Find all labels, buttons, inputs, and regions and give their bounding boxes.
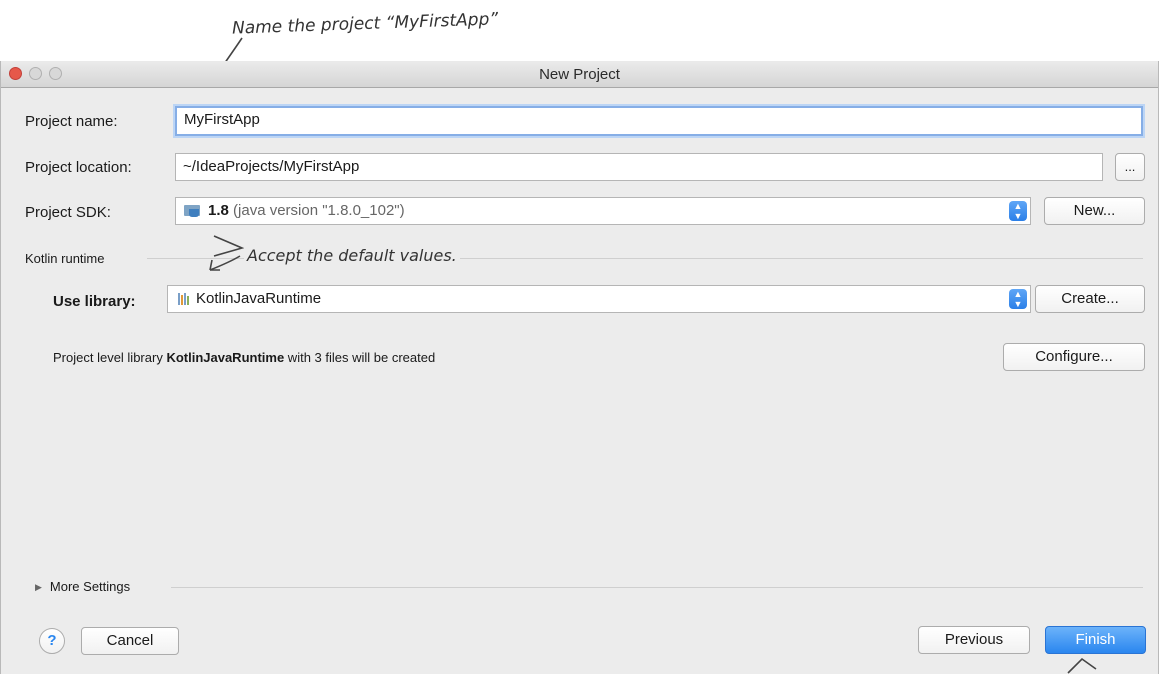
- project-name-input[interactable]: MyFirstApp: [175, 106, 1143, 136]
- project-sdk-label: Project SDK:: [25, 204, 111, 221]
- finish-arrow-icon: [1067, 657, 1097, 674]
- more-settings-toggle[interactable]: ▶ More Settings: [35, 579, 130, 594]
- project-name-label: Project name:: [25, 113, 118, 130]
- library-value: KotlinJavaRuntime: [196, 290, 322, 307]
- help-button[interactable]: ?: [39, 628, 65, 654]
- sdk-version: 1.8: [208, 202, 229, 219]
- sdk-detail: (java version "1.8.0_102"): [233, 202, 405, 219]
- chevron-updown-icon: ▲ ▼: [1009, 201, 1027, 221]
- annotation-bracket-icon: [209, 235, 245, 271]
- library-icon: [178, 291, 192, 305]
- new-project-dialog: New Project Project name: MyFirstApp Pro…: [0, 61, 1159, 674]
- library-chevron-updown-icon: ▲ ▼: [1009, 289, 1027, 309]
- disclosure-triangle-icon: ▶: [35, 582, 42, 592]
- info-library-name: KotlinJavaRuntime: [166, 350, 285, 365]
- info-suffix: with 3 files will be created: [284, 350, 436, 365]
- kotlin-runtime-label: Kotlin runtime: [25, 251, 105, 266]
- sdk-folder-icon: [184, 203, 202, 217]
- configure-button[interactable]: Configure...: [1003, 343, 1145, 371]
- use-library-label: Use library:: [53, 293, 136, 310]
- project-location-label: Project location:: [25, 159, 132, 176]
- title-bar: New Project: [1, 61, 1158, 88]
- finish-button[interactable]: Finish: [1045, 626, 1146, 654]
- project-location-input[interactable]: ~/IdeaProjects/MyFirstApp: [175, 153, 1103, 181]
- more-settings-divider: [171, 587, 1143, 588]
- project-sdk-select[interactable]: 1.8 (java version "1.8.0_102") ▲ ▼: [175, 197, 1031, 225]
- create-library-button[interactable]: Create...: [1035, 285, 1145, 313]
- info-prefix: Project level library: [53, 350, 167, 365]
- browse-button[interactable]: ...: [1115, 153, 1145, 181]
- annotation-default-values: Accept the default values.: [244, 246, 460, 265]
- more-settings-label: More Settings: [49, 579, 131, 594]
- new-sdk-button[interactable]: New...: [1044, 197, 1145, 225]
- library-select[interactable]: KotlinJavaRuntime ▲ ▼: [167, 285, 1031, 313]
- cancel-button[interactable]: Cancel: [81, 627, 179, 655]
- annotation-name-project: Name the project “MyFirstApp”: [231, 9, 499, 39]
- library-info-text: Project level library KotlinJavaRuntime …: [53, 350, 435, 365]
- window-title: New Project: [539, 66, 620, 83]
- previous-button[interactable]: Previous: [918, 626, 1030, 654]
